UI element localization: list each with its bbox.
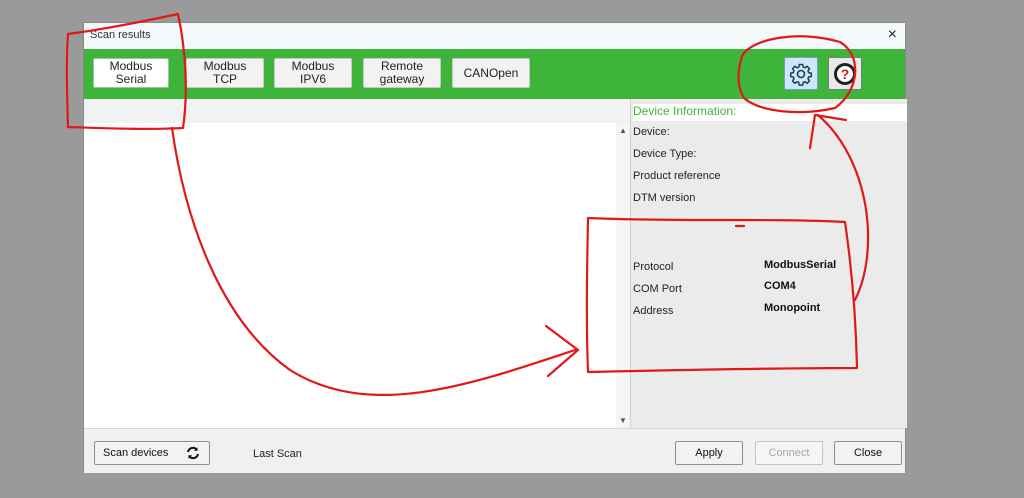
device-list-scrollbar[interactable]: ▲ ▼ [616, 123, 630, 428]
tab-label: CANOpen [463, 65, 519, 80]
apply-button[interactable]: Apply [675, 441, 743, 465]
tab-label: Modbus IPV6 [291, 59, 335, 86]
tab-label: Remote gateway [379, 59, 425, 86]
help-glyph: ? [841, 66, 850, 82]
tab-label: Modbus TCP [203, 59, 247, 86]
gear-icon [789, 63, 813, 86]
dialog-footer: Scan devices Last Scan Apply Connect Clo… [84, 428, 905, 473]
protocol-value: ModbusSerial [764, 259, 837, 271]
scan-devices-label: Scan devices [103, 447, 169, 459]
tab-modbus-serial[interactable]: Modbus Serial [93, 58, 169, 88]
address-label: Address [633, 305, 674, 317]
tab-remote-gateway[interactable]: Remote gateway [363, 58, 441, 88]
protocol-toolbar: Modbus Serial Modbus TCP Modbus IPV6 Rem… [84, 49, 905, 99]
scan-devices-button[interactable]: Scan devices [94, 441, 210, 465]
tab-canopen[interactable]: CANOpen [452, 58, 530, 88]
scroll-down-arrow-icon[interactable]: ▼ [619, 416, 627, 425]
com-port-value: COM4 [764, 280, 796, 292]
tab-modbus-tcp[interactable]: Modbus TCP [186, 58, 264, 88]
protocol-label: Protocol [633, 261, 674, 273]
dtm-version-label: DTM version [633, 192, 696, 204]
device-info-panel: Device Information: Device: Device Type:… [630, 99, 907, 428]
settings-button[interactable] [784, 57, 818, 90]
question-icon: ? [834, 62, 856, 85]
device-info-title: Device Information: [633, 104, 907, 121]
close-button[interactable]: Close [834, 441, 902, 465]
com-port-label: COM Port [633, 283, 682, 295]
refresh-icon [187, 446, 199, 460]
title-bar: Scan results × [84, 23, 905, 49]
address-value: Monopoint [764, 302, 821, 314]
help-button[interactable]: ? [828, 57, 862, 90]
tab-label: Modbus Serial [109, 59, 153, 86]
close-icon[interactable]: × [888, 26, 897, 44]
last-scan-label: Last Scan [253, 448, 302, 460]
scroll-up-arrow-icon[interactable]: ▲ [619, 126, 627, 135]
tab-modbus-ipv6[interactable]: Modbus IPV6 [274, 58, 352, 88]
device-list-header [84, 99, 630, 123]
device-list-pane[interactable]: ▲ ▼ [84, 99, 630, 428]
product-reference-label: Product reference [633, 170, 721, 182]
scan-results-dialog: Scan results × Modbus Serial Modbus TCP … [83, 22, 907, 473]
dialog-title: Scan results [90, 29, 151, 41]
device-type-label: Device Type: [633, 148, 697, 160]
device-label: Device: [633, 126, 670, 138]
connect-button[interactable]: Connect [755, 441, 823, 465]
